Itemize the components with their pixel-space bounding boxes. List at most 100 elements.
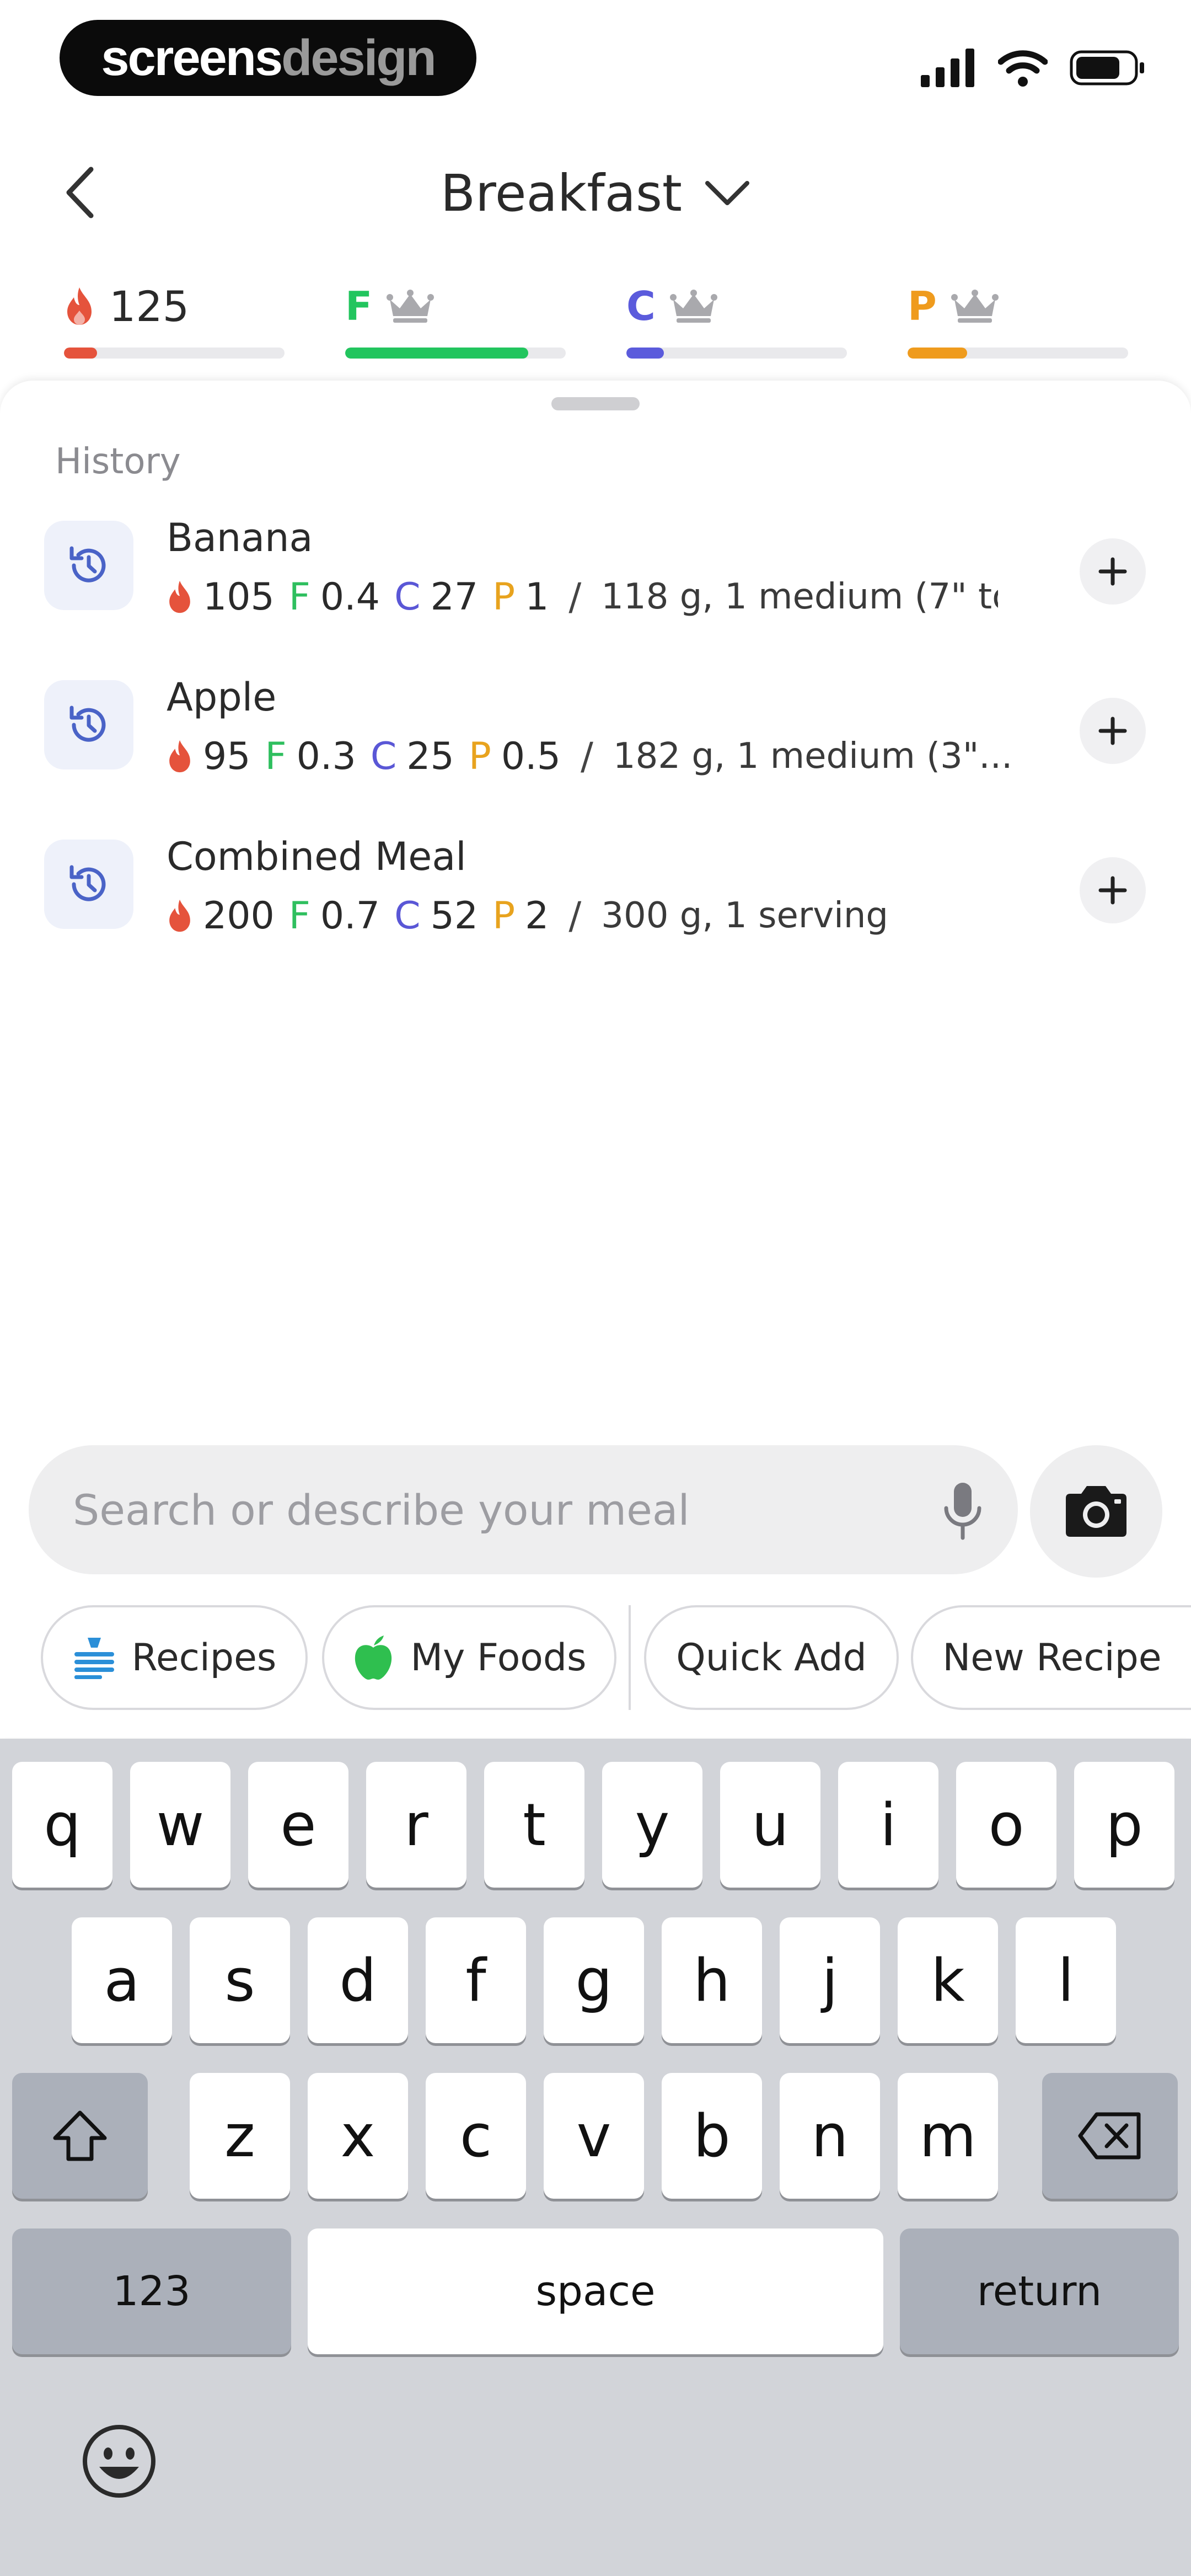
history-icon (44, 840, 133, 929)
key-c[interactable]: c (426, 2073, 526, 2199)
flame-icon (169, 580, 190, 613)
history-icon (44, 680, 133, 769)
protein-value: 2 (525, 894, 549, 938)
fat-value: 0.3 (296, 734, 356, 778)
add-food-button[interactable] (1080, 857, 1146, 923)
sheet-grabber[interactable] (551, 397, 640, 410)
page-title: Breakfast (441, 163, 682, 223)
carbs-key: C (394, 894, 421, 938)
key-e[interactable]: e (248, 1762, 348, 1888)
signal-icon (921, 49, 974, 87)
shift-key[interactable] (12, 2073, 148, 2199)
recipes-chip[interactable]: Recipes (41, 1605, 308, 1710)
protein-track (908, 348, 1128, 359)
key-s[interactable]: s (190, 1917, 290, 2043)
search-input[interactable]: Search or describe your meal (29, 1445, 1018, 1574)
macro-progress: 125 F C P (0, 270, 1191, 364)
protein-key: P (492, 575, 516, 619)
serving-size: 300 g, 1 serving (601, 895, 889, 936)
key-h[interactable]: h (662, 1917, 762, 2043)
recipes-label: Recipes (131, 1636, 277, 1680)
key-r[interactable]: r (366, 1762, 466, 1888)
macro-fat[interactable]: F (345, 270, 566, 364)
plus-icon (1098, 717, 1127, 745)
add-food-button[interactable] (1080, 698, 1146, 764)
fat-fill (345, 348, 528, 359)
key-n[interactable]: n (780, 2073, 880, 2199)
carbs-key: C (394, 575, 421, 619)
history-label: History (55, 441, 181, 482)
macro-protein[interactable]: P (908, 270, 1128, 364)
camera-button[interactable] (1030, 1445, 1162, 1578)
return-key[interactable]: return (900, 2228, 1179, 2354)
key-x[interactable]: x (308, 2073, 408, 2199)
fat-key: F (288, 575, 310, 619)
recipes-icon (74, 1638, 114, 1679)
key-q[interactable]: q (12, 1762, 112, 1888)
history-item[interactable]: Banana 105 F 0.4 C 27 P1 / 118 g, 1 medium… (0, 499, 1191, 637)
food-name: Apple (167, 675, 277, 720)
backspace-key[interactable] (1042, 2073, 1178, 2199)
key-i[interactable]: i (838, 1762, 938, 1888)
key-f[interactable]: f (426, 1917, 526, 2043)
brand-text-left: screens (101, 29, 283, 86)
carbs-label: C (626, 283, 656, 329)
keyboard: q w e r t y u i o p a s d f g h j k l z … (0, 1739, 1191, 2576)
flame-icon (169, 740, 190, 773)
calories-track (64, 348, 285, 359)
fat-label: F (345, 283, 373, 329)
key-o[interactable]: o (956, 1762, 1056, 1888)
protein-key: P (492, 894, 516, 938)
food-stats: 200 F 0.7 C 52 P2 / 300 g, 1 serving (167, 888, 998, 943)
history-item[interactable]: Apple 95 F 0.3 C 25 P 0.5 / 182 g, 1 medium… (0, 658, 1191, 796)
fat-value: 0.4 (320, 575, 380, 619)
key-d[interactable]: d (308, 1917, 408, 2043)
space-key[interactable]: space (308, 2228, 883, 2354)
header: Breakfast (0, 132, 1191, 254)
protein-label: P (908, 283, 937, 329)
my-foods-chip[interactable]: My Foods (322, 1605, 616, 1710)
return-key-label: return (977, 2268, 1102, 2315)
crown-icon (951, 290, 999, 323)
carbs-value: 27 (430, 575, 479, 619)
protein-value: 1 (525, 575, 549, 619)
key-l[interactable]: l (1016, 1917, 1116, 2043)
key-p[interactable]: p (1074, 1762, 1174, 1888)
numbers-key-label: 123 (112, 2268, 191, 2315)
protein-fill (908, 348, 967, 359)
carbs-fill (626, 348, 664, 359)
key-b[interactable]: b (662, 2073, 762, 2199)
key-j[interactable]: j (780, 1917, 880, 2043)
key-w[interactable]: w (130, 1762, 230, 1888)
add-food-button[interactable] (1080, 538, 1146, 605)
macro-carbs[interactable]: C (626, 270, 847, 364)
new-recipe-chip[interactable]: New Recipe (911, 1605, 1191, 1710)
backspace-icon (1078, 2112, 1141, 2160)
key-z[interactable]: z (190, 2073, 290, 2199)
food-stats: 95 F 0.3 C 25 P 0.5 / 182 g, 1 medium (3"..… (167, 729, 1010, 784)
quick-add-chip[interactable]: Quick Add (644, 1605, 899, 1710)
fat-key: F (288, 894, 310, 938)
kcal-value: 95 (203, 734, 251, 778)
key-u[interactable]: u (720, 1762, 820, 1888)
key-m[interactable]: m (898, 2073, 998, 2199)
microphone-icon[interactable] (941, 1481, 985, 1541)
history-item[interactable]: Combined Meal 200 F 0.7 C 52 P2 / 300 g, 1… (0, 817, 1191, 955)
meal-selector[interactable]: Breakfast (0, 154, 1191, 232)
key-g[interactable]: g (544, 1917, 644, 2043)
crown-icon (387, 290, 434, 323)
status-icons (921, 43, 1147, 93)
key-a[interactable]: a (72, 1917, 172, 2043)
food-name: Combined Meal (167, 834, 466, 879)
key-y[interactable]: y (602, 1762, 702, 1888)
emoji-icon[interactable] (81, 2423, 158, 2500)
protein-value: 0.5 (501, 734, 561, 778)
crown-icon (669, 290, 717, 323)
numbers-key[interactable]: 123 (12, 2228, 291, 2354)
key-k[interactable]: k (898, 1917, 998, 2043)
camera-icon (1066, 1486, 1126, 1537)
key-t[interactable]: t (484, 1762, 584, 1888)
plus-icon (1098, 557, 1127, 586)
brand-text-right: design (281, 29, 436, 86)
key-v[interactable]: v (544, 2073, 644, 2199)
